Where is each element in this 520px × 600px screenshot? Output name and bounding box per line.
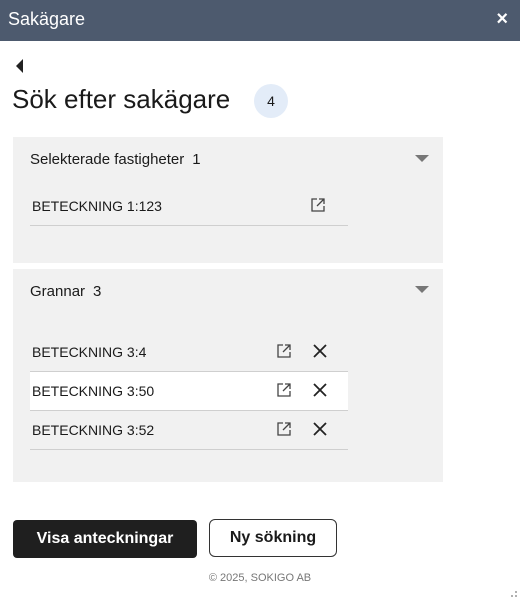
selected-properties-title: Selekterade fastigheter <box>30 151 185 168</box>
close-icon[interactable]: × <box>496 8 508 31</box>
list-item: BETECKNING 1:123 <box>30 187 348 226</box>
remove-icon[interactable] <box>311 342 329 360</box>
external-link-icon[interactable] <box>276 382 292 398</box>
external-link-icon[interactable] <box>276 343 292 359</box>
list-item: BETECKNING 3:50 <box>30 372 348 411</box>
external-link-icon[interactable] <box>276 421 292 437</box>
expand-caret-icon[interactable] <box>415 286 429 293</box>
result-count-badge: 4 <box>254 84 288 118</box>
page-title: Sök efter sakägare <box>12 84 231 114</box>
back-caret-icon[interactable] <box>12 58 28 74</box>
selected-properties-panel: Selekterade fastigheter 1 BETECKNING 1:12… <box>13 137 443 263</box>
show-notes-button[interactable]: Visa anteckningar <box>13 520 197 558</box>
copyright-footer: © 2025, SOKIGO AB <box>208 572 312 584</box>
window-title: Sakägare <box>8 9 86 29</box>
neighbor-label: BETECKNING 3:50 <box>32 383 155 399</box>
new-search-button[interactable]: Ny sökning <box>209 519 337 557</box>
selected-properties-count: 1 <box>192 151 201 168</box>
resize-grip-icon[interactable] <box>508 588 518 598</box>
neighbors-header: Grannar 3 <box>30 283 101 300</box>
window-titlebar: Sakägare × <box>0 0 520 41</box>
neighbors-panel: Grannar 3 BETECKNING 3:4 BETECKNING 3:50 … <box>13 269 443 482</box>
list-item: BETECKNING 3:52 <box>30 411 348 450</box>
neighbor-label: BETECKNING 3:4 <box>32 344 147 360</box>
neighbor-label: BETECKNING 3:52 <box>32 422 155 438</box>
neighbors-title: Grannar <box>30 283 86 300</box>
external-link-icon[interactable] <box>310 197 326 213</box>
property-label: BETECKNING 1:123 <box>32 198 162 214</box>
remove-icon[interactable] <box>311 381 329 399</box>
expand-caret-icon[interactable] <box>415 155 429 162</box>
list-item: BETECKNING 3:4 <box>30 333 348 372</box>
remove-icon[interactable] <box>311 420 329 438</box>
neighbors-count: 3 <box>93 283 102 300</box>
selected-properties-header: Selekterade fastigheter 1 <box>30 151 201 168</box>
